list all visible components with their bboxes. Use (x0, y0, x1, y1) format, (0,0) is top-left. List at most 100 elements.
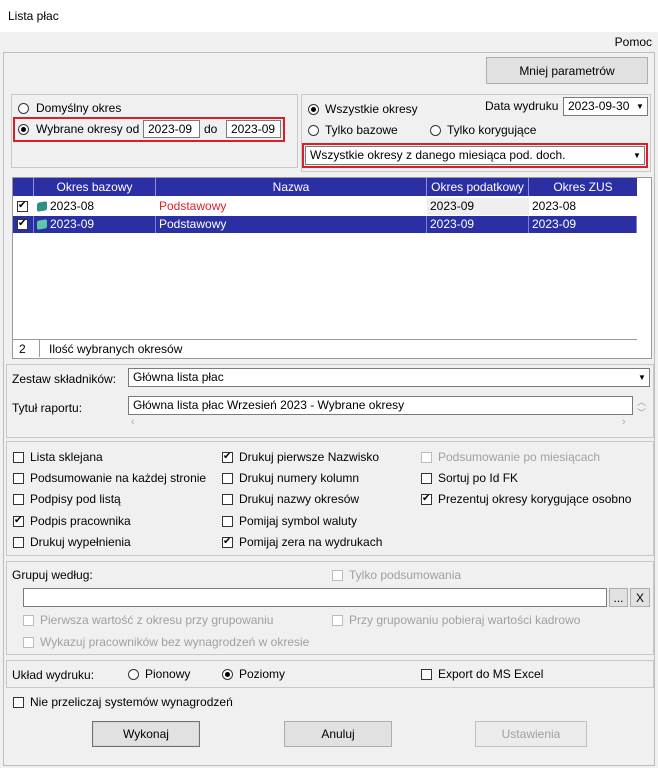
first-value-label: Pierwsza wartość z okresu przy grupowani… (40, 613, 274, 627)
summary-only-checkbox[interactable] (332, 570, 343, 581)
fetch-hr-label: Przy grupowaniu pobieraj wartości kadrow… (349, 613, 581, 627)
print-fills-label: Drukuj wypełnienia (30, 535, 131, 549)
glued-list-label: Lista sklejana (30, 450, 103, 464)
cell-name: Podstawowy (159, 199, 227, 213)
period-to-label: do (204, 122, 218, 136)
settings-button[interactable]: Ustawienia (475, 721, 587, 747)
cell-base-period: 2023-08 (34, 198, 156, 215)
skip-zeros-checkbox[interactable] (222, 535, 233, 549)
skip-currency-symbol-checkbox[interactable] (222, 516, 233, 527)
row-checkbox[interactable] (17, 217, 28, 231)
base-only-label: Tylko bazowe (325, 123, 398, 137)
export-excel-checkbox[interactable] (421, 669, 432, 680)
cell-tax-period: 2023-09 (427, 198, 529, 215)
chevron-down-icon: ▼ (630, 147, 644, 164)
monthly-summary-checkbox[interactable] (421, 452, 432, 463)
employee-signature-checkbox[interactable] (13, 514, 24, 528)
print-period-names-label: Drukuj nazwy okresów (239, 492, 360, 506)
fetch-hr-checkbox[interactable] (332, 615, 343, 626)
selected-periods-label: Wybrane okresy od (36, 122, 140, 136)
corrective-only-radio[interactable] (430, 125, 441, 136)
sort-by-fk-label: Sortuj po Id FK (438, 471, 519, 485)
group-by-input[interactable] (23, 588, 607, 607)
print-column-numbers-checkbox[interactable] (222, 473, 233, 484)
browse-button[interactable]: ... (609, 588, 628, 607)
table-row[interactable]: 2023-08 Podstawowy 2023-09 2023-08 (13, 198, 637, 215)
summary-each-page-label: Podsumowanie na każdej stronie (30, 471, 207, 485)
cancel-button[interactable]: Anuluj (284, 721, 392, 747)
all-periods-radio[interactable] (308, 104, 319, 115)
title-bar: Lista płac (0, 0, 658, 32)
scroll-right-icon[interactable]: › (622, 416, 626, 428)
book-icon (37, 219, 47, 230)
cell-base-period: 2023-09 (34, 216, 156, 233)
grid-header: Okres bazowy Nazwa Okres podatkowy Okres… (13, 178, 637, 196)
fewer-parameters-button[interactable]: Mniej parametrów (486, 57, 648, 84)
column-header-base-period[interactable]: Okres bazowy (34, 178, 156, 196)
summary-only-label: Tylko podsumowania (349, 568, 462, 582)
print-column-numbers-label: Drukuj numery kolumn (239, 471, 360, 485)
grid-footer: 2 Ilość wybranych okresów (13, 339, 637, 357)
no-recalc-label: Nie przeliczaj systemów wynagrodzeń (30, 695, 233, 709)
print-date-label: Data wydruku (485, 99, 559, 113)
print-first-surname-label: Drukuj pierwsze Nazwisko (239, 450, 380, 464)
footer-divider (39, 340, 40, 357)
row-checkbox[interactable] (17, 199, 28, 213)
monthly-summary-label: Podsumowanie po miesiącach (438, 450, 601, 464)
glued-list-checkbox[interactable] (13, 452, 24, 463)
show-no-pay-label: Wykazuj pracowników bez wynagrodzeń w ok… (40, 635, 310, 649)
no-recalc-checkbox[interactable] (13, 697, 24, 708)
signatures-under-list-checkbox[interactable] (13, 494, 24, 505)
print-period-names-checkbox[interactable] (222, 494, 233, 505)
cell-base-period-text: 2023-08 (50, 199, 95, 213)
scroll-left-icon[interactable]: ‹ (131, 416, 135, 428)
period-scope-value: Wszystkie okresy z danego miesiąca pod. … (310, 148, 566, 162)
show-no-pay-checkbox[interactable] (23, 637, 34, 648)
book-icon (37, 201, 47, 212)
present-corrective-separately-label: Prezentuj okresy korygujące osobno (438, 492, 632, 506)
column-header-zus-period[interactable]: Okres ZUS (529, 178, 637, 196)
period-from-input[interactable]: 2023-09 (143, 120, 200, 138)
column-header-name[interactable]: Nazwa (156, 178, 427, 196)
cell-zus-period: 2023-09 (529, 216, 637, 233)
cell-name: Podstawowy (156, 216, 427, 233)
grid-header-check (13, 178, 34, 196)
cell-base-period-text: 2023-09 (50, 217, 95, 231)
column-header-tax-period[interactable]: Okres podatkowy (427, 178, 529, 196)
window-title: Lista płac (8, 9, 59, 23)
signatures-under-list-label: Podpisy pod listą (30, 492, 121, 506)
component-set-select[interactable]: Główna lista płac ▼ (128, 368, 650, 387)
default-period-label: Domyślny okres (36, 101, 122, 115)
scroll-down-icon[interactable]: ﹀ (637, 406, 646, 419)
run-button[interactable]: Wykonaj (92, 721, 200, 747)
employee-signature-label: Podpis pracownika (30, 514, 131, 528)
layout-group (6, 660, 654, 688)
report-title-input[interactable]: Główna lista płac Wrzesień 2023 - Wybran… (128, 396, 633, 415)
help-link[interactable]: Pomoc (615, 35, 652, 49)
selected-periods-radio[interactable] (18, 124, 29, 135)
row-checkbox-cell (13, 198, 34, 215)
corrective-only-label: Tylko korygujące (447, 123, 537, 137)
first-value-checkbox[interactable] (23, 615, 34, 626)
default-period-radio[interactable] (18, 103, 29, 114)
table-row-selected[interactable]: 2023-09 Podstawowy 2023-09 2023-09 (13, 216, 637, 233)
row-checkbox-cell (13, 216, 34, 233)
sort-by-fk-checkbox[interactable] (421, 473, 432, 484)
print-first-surname-checkbox[interactable] (222, 450, 233, 464)
period-to-input[interactable]: 2023-09 (226, 120, 281, 138)
landscape-radio[interactable] (222, 669, 233, 680)
present-corrective-separately-checkbox[interactable] (421, 492, 432, 506)
portrait-label: Pionowy (145, 667, 191, 681)
component-set-label: Zestaw składników: (12, 372, 117, 386)
print-date-select[interactable]: 2023-09-30 ▼ (563, 97, 648, 116)
group-by-label: Grupuj według: (12, 568, 93, 582)
portrait-radio[interactable] (128, 669, 139, 680)
period-scope-select[interactable]: Wszystkie okresy z danego miesiąca pod. … (305, 146, 645, 165)
print-date-value: 2023-09-30 (568, 99, 630, 113)
summary-each-page-checkbox[interactable] (13, 473, 24, 484)
base-only-radio[interactable] (308, 125, 319, 136)
clear-button[interactable]: X (630, 588, 650, 607)
export-excel-label: Export do MS Excel (438, 667, 544, 681)
print-fills-checkbox[interactable] (13, 537, 24, 548)
cell-tax-period: 2023-09 (427, 216, 529, 233)
